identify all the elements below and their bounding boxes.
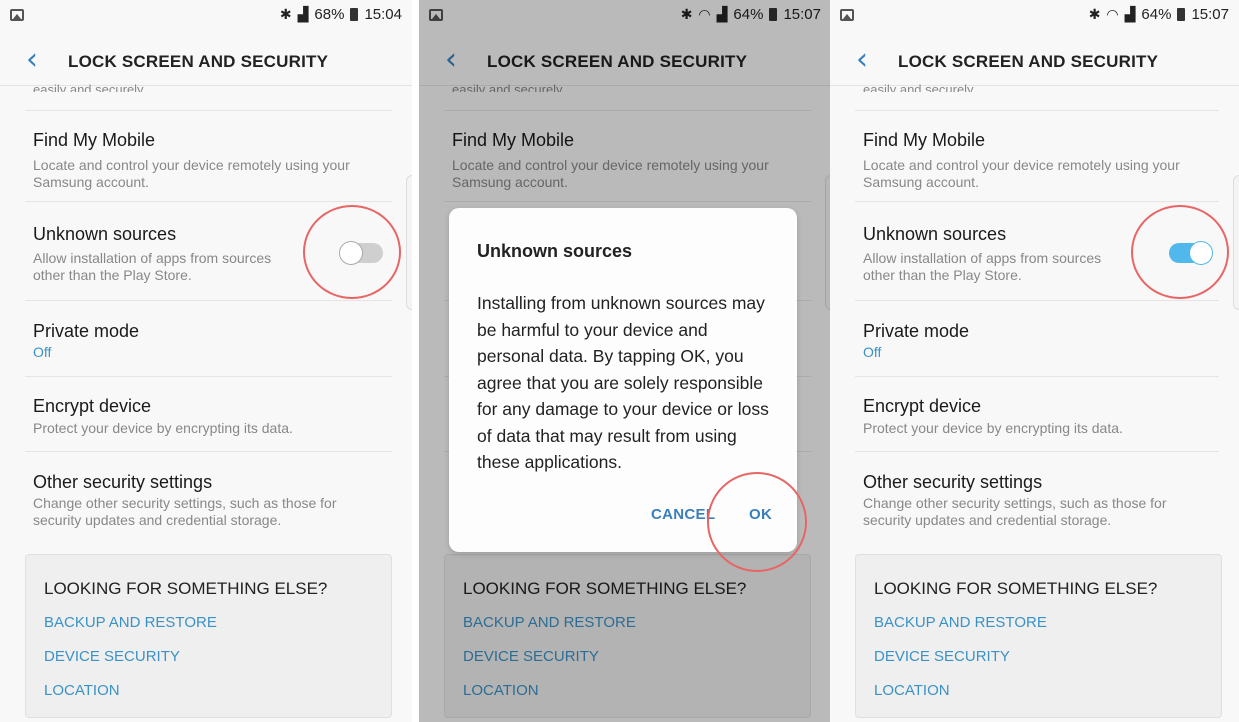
looking-for-something-else-card: LOOKING FOR SOMETHING ELSE? BACKUP AND R… xyxy=(855,554,1222,718)
setting-description: Change other security settings, such as … xyxy=(33,495,337,528)
setting-encrypt-device[interactable]: Encrypt device Protect your device by en… xyxy=(855,377,1219,452)
setting-description: Protect your device by encrypting its da… xyxy=(863,420,1123,436)
screen-toggle-off: ✱ ▟ 68% 15:04 ‹ LOCK SCREEN AND SECURITY… xyxy=(0,0,412,722)
app-bar: ‹ LOCK SCREEN AND SECURITY xyxy=(0,38,412,86)
cancel-button[interactable]: CANCEL xyxy=(651,506,715,523)
page-title: LOCK SCREEN AND SECURITY xyxy=(68,52,329,71)
setting-find-my-mobile[interactable]: Find My Mobile Locate and control your d… xyxy=(855,110,1219,202)
setting-find-my-mobile[interactable]: Find My Mobile Locate and control your d… xyxy=(25,110,392,202)
back-arrow-icon[interactable]: ‹ xyxy=(26,45,38,75)
status-bar: ✱ ▟ 68% 15:04 xyxy=(0,0,412,34)
link-backup-and-restore[interactable]: BACKUP AND RESTORE xyxy=(44,614,217,631)
truncated-description: easily and securely. xyxy=(33,82,147,92)
truncated-description: easily and securely. xyxy=(863,82,977,92)
setting-description: Protect your device by encrypting its da… xyxy=(33,420,293,436)
link-backup-and-restore[interactable]: BACKUP AND RESTORE xyxy=(874,614,1047,631)
setting-title: Encrypt device xyxy=(863,396,982,416)
setting-title: Private mode xyxy=(33,321,140,341)
setting-unknown-sources[interactable]: Unknown sources Allow installation of ap… xyxy=(25,202,401,301)
scroll-handle[interactable] xyxy=(406,175,412,310)
battery-percent: 68% xyxy=(314,6,345,23)
setting-description: Change other security settings, such as … xyxy=(863,495,1167,528)
setting-title: Unknown sources xyxy=(33,224,177,244)
card-heading: LOOKING FOR SOMETHING ELSE? xyxy=(874,579,1158,598)
setting-title: Find My Mobile xyxy=(33,130,156,150)
battery-icon xyxy=(350,8,359,21)
setting-value: Off xyxy=(863,344,882,360)
unknown-sources-dialog: Unknown sources Installing from unknown … xyxy=(449,208,807,572)
back-arrow-icon[interactable]: ‹ xyxy=(856,45,868,75)
setting-private-mode[interactable]: Private mode Off xyxy=(25,301,392,377)
setting-encrypt-device[interactable]: Encrypt device Protect your device by en… xyxy=(25,377,392,452)
highlight-circle xyxy=(1131,205,1229,299)
card-heading: LOOKING FOR SOMETHING ELSE? xyxy=(44,579,328,598)
setting-other-security[interactable]: Other security settings Change other sec… xyxy=(855,452,1219,544)
setting-private-mode[interactable]: Private mode Off xyxy=(855,301,1219,377)
signal-icon: ▟ xyxy=(297,6,309,22)
highlight-circle xyxy=(303,205,401,299)
link-device-security[interactable]: DEVICE SECURITY xyxy=(874,648,1010,665)
screen-toggle-on: ✱ ◠ ▟ 64% 15:07 ‹ LOCK SCREEN AND SECURI… xyxy=(830,0,1239,722)
setting-description: Allow installation of apps from sources … xyxy=(863,250,1102,283)
app-bar: ‹ LOCK SCREEN AND SECURITY xyxy=(830,38,1239,86)
setting-value: Off xyxy=(33,344,52,360)
setting-title: Private mode xyxy=(863,321,970,341)
scroll-handle[interactable] xyxy=(1233,175,1239,310)
dialog-title: Unknown sources xyxy=(477,241,633,261)
gallery-notification-icon xyxy=(840,9,854,21)
clock: 15:04 xyxy=(364,6,402,23)
wifi-icon: ◠ xyxy=(1106,6,1119,22)
link-location[interactable]: LOCATION xyxy=(874,682,950,699)
bluetooth-icon: ✱ xyxy=(1088,6,1101,22)
setting-title: Other security settings xyxy=(33,472,213,492)
setting-title: Encrypt device xyxy=(33,396,152,416)
setting-title: Other security settings xyxy=(863,472,1043,492)
link-location[interactable]: LOCATION xyxy=(44,682,120,699)
setting-unknown-sources[interactable]: Unknown sources Allow installation of ap… xyxy=(855,202,1229,301)
setting-description: Allow installation of apps from sources … xyxy=(33,250,272,283)
bluetooth-icon: ✱ xyxy=(279,6,292,22)
dialog-message: Installing from unknown sources may be h… xyxy=(477,293,769,472)
looking-for-something-else-card: LOOKING FOR SOMETHING ELSE? BACKUP AND R… xyxy=(25,554,392,718)
link-device-security[interactable]: DEVICE SECURITY xyxy=(44,648,180,665)
screen-warning-dialog: ✱ ◠ ▟ 64% 15:07 ‹ LOCK SCREEN AND SECURI… xyxy=(419,0,831,722)
highlight-circle xyxy=(707,472,807,572)
setting-description: Locate and control your device remotely … xyxy=(863,157,1180,190)
battery-percent: 64% xyxy=(1141,6,1172,23)
signal-icon: ▟ xyxy=(1124,6,1136,22)
setting-title: Unknown sources xyxy=(863,224,1007,244)
gallery-notification-icon xyxy=(10,9,24,21)
clock: 15:07 xyxy=(1191,6,1229,23)
setting-title: Find My Mobile xyxy=(863,130,986,150)
setting-description: Locate and control your device remotely … xyxy=(33,157,350,190)
battery-icon xyxy=(1177,8,1186,21)
setting-other-security[interactable]: Other security settings Change other sec… xyxy=(25,452,392,544)
page-title: LOCK SCREEN AND SECURITY xyxy=(898,52,1159,71)
status-bar: ✱ ◠ ▟ 64% 15:07 xyxy=(830,0,1239,34)
